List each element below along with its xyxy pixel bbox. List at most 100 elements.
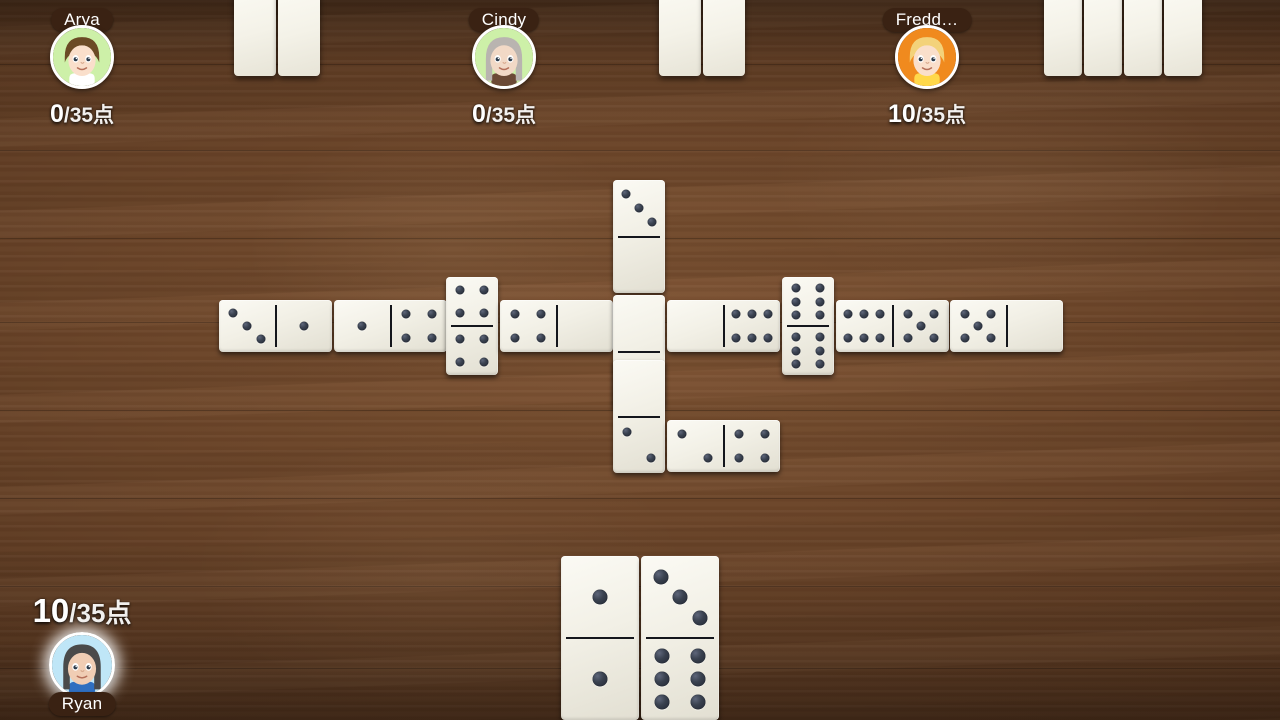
domino-pip (299, 321, 309, 331)
domino-pip (843, 309, 853, 319)
domino-pip (747, 309, 757, 319)
domino-pip (973, 321, 983, 331)
domino-pip (815, 332, 825, 342)
domino-pip (815, 283, 825, 293)
domino-half-1 (334, 300, 391, 352)
domino-pip (875, 309, 885, 319)
domino-pip (690, 694, 706, 710)
domino-pip (510, 333, 520, 343)
score-target: 35点 (76, 598, 132, 628)
domino-pip (815, 310, 825, 320)
domino-half-4 (500, 300, 557, 352)
domino-half-0 (667, 300, 724, 352)
domino-pip (843, 333, 853, 343)
domino-pip (960, 333, 970, 343)
score-current: 10 (887, 100, 916, 128)
domino-half-0 (613, 295, 665, 352)
domino-pip (960, 309, 970, 319)
score-current: 10 (32, 592, 70, 629)
board-tile-4-4[interactable] (446, 277, 498, 375)
hand-tile-3-6[interactable] (641, 556, 719, 720)
domino-pip (653, 569, 668, 584)
player-card-fredd: Fredd… 10/35点 (0, 0, 1280, 140)
board-tile-3-0[interactable] (613, 180, 665, 293)
domino-pip (747, 333, 757, 343)
domino-pip (536, 333, 546, 343)
domino-pip (760, 429, 770, 439)
player-score: 10/35点 (33, 592, 132, 630)
domino-pip (791, 332, 801, 342)
domino-pip (242, 321, 252, 331)
board-tile-0-6[interactable] (667, 300, 780, 352)
domino-pip (815, 359, 825, 369)
domino-pip (791, 283, 801, 293)
board-tile-3-1[interactable] (219, 300, 332, 352)
board-tile-5-0[interactable] (950, 300, 1063, 352)
domino-half-6 (782, 326, 834, 375)
domino-half-2 (613, 417, 665, 474)
domino-pip (986, 333, 996, 343)
avatar (895, 25, 959, 89)
domino-pip (634, 203, 644, 213)
domino-pip (427, 309, 437, 319)
domino-pip (763, 333, 773, 343)
domino-pip (903, 333, 913, 343)
domino-pip (815, 297, 825, 306)
domino-pip (401, 333, 411, 343)
hand-tile-1-1[interactable] (561, 556, 639, 720)
domino-pip (646, 453, 656, 463)
domino-pip (760, 453, 770, 463)
domino-pip (654, 648, 670, 664)
domino-half-0 (613, 360, 665, 417)
wood-plank-seam (0, 150, 1280, 151)
score-separator: / (915, 104, 922, 127)
domino-pip (690, 648, 706, 664)
domino-half-6 (782, 277, 834, 326)
domino-pip (621, 189, 631, 199)
domino-pip (592, 671, 608, 687)
board-tile-4-0[interactable] (500, 300, 613, 352)
player-score: 10/35点 (888, 99, 966, 129)
domino-half-4 (391, 300, 448, 352)
domino-pip (479, 285, 489, 295)
domino-pip (875, 333, 885, 343)
score-separator: / (69, 598, 77, 628)
domino-pip (986, 309, 996, 319)
board-tile-1-4[interactable] (334, 300, 447, 352)
domino-half-4 (446, 326, 498, 375)
domino-half-4 (446, 277, 498, 326)
domino-pip (401, 309, 411, 319)
player-name-badge: Ryan (48, 692, 116, 716)
domino-pip (536, 309, 546, 319)
domino-half-1 (561, 556, 639, 638)
domino-pip (703, 453, 713, 463)
domino-pip (692, 610, 707, 625)
domino-half-5 (893, 300, 950, 352)
domino-half-5 (950, 300, 1007, 352)
domino-pip (734, 429, 744, 439)
domino-pip (455, 357, 465, 367)
domino-pip (647, 217, 657, 227)
wood-plank-seam (0, 586, 1280, 587)
domino-half-3 (613, 180, 665, 237)
domino-pip (455, 308, 465, 318)
domino-pip (622, 427, 632, 437)
player-card-ryan: 10/35点 Ryan (0, 580, 165, 720)
domino-pip (427, 333, 437, 343)
domino-pip (791, 346, 801, 355)
domino-half-6 (836, 300, 893, 352)
board-tile-6-5[interactable] (836, 300, 949, 352)
domino-pip (479, 357, 489, 367)
domino-pip (357, 321, 367, 331)
avatar (49, 632, 115, 698)
domino-pip (654, 671, 670, 687)
domino-half-3 (219, 300, 276, 352)
board-tile-6-6[interactable] (782, 277, 834, 375)
board-tile-0-2[interactable] (613, 360, 665, 473)
domino-pip (455, 334, 465, 344)
domino-half-6 (641, 638, 719, 720)
domino-pip (510, 309, 520, 319)
board-tile-2-4[interactable] (667, 420, 780, 472)
domino-pip (731, 309, 741, 319)
domino-half-0 (613, 237, 665, 294)
